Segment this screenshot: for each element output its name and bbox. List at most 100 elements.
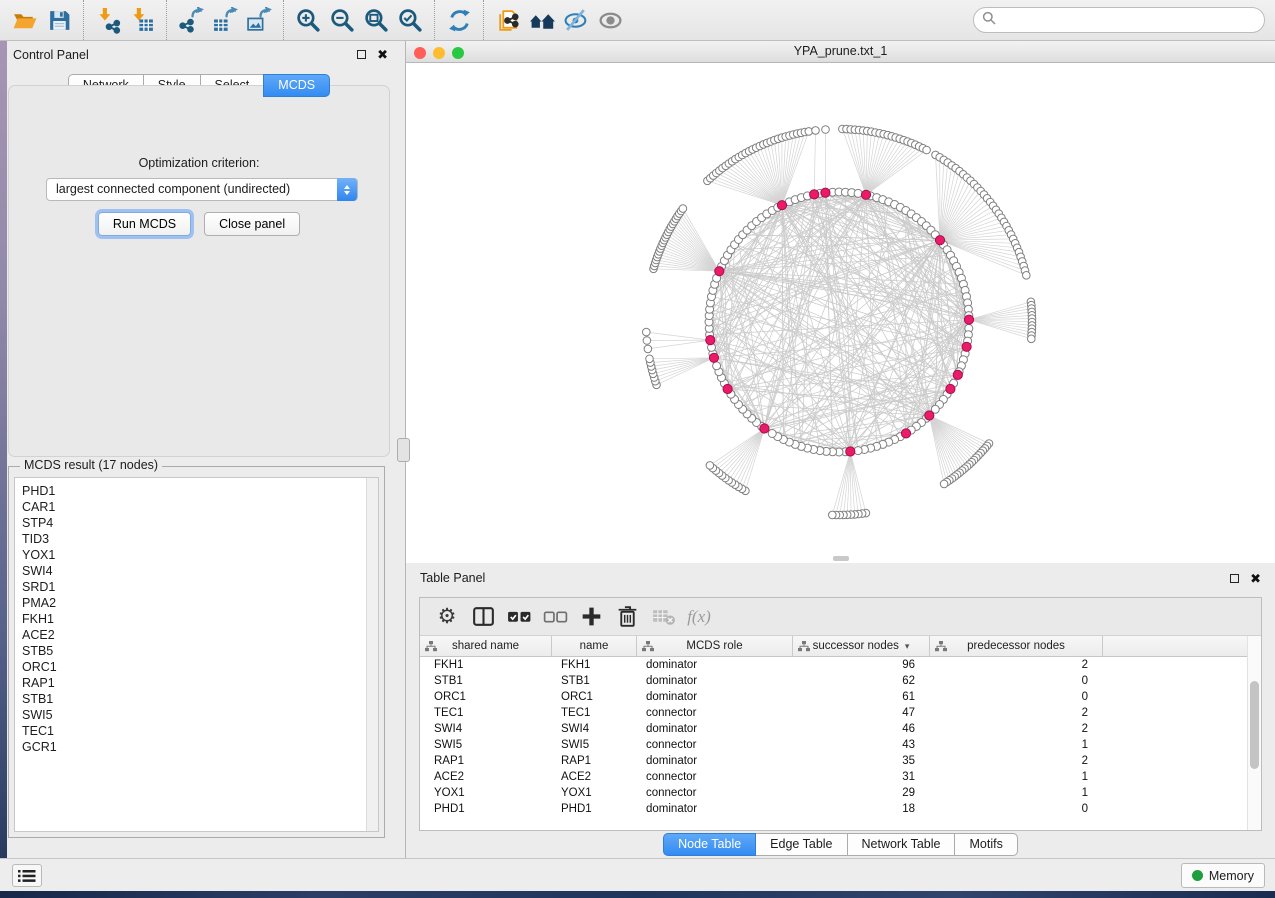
column-header-name[interactable]: name xyxy=(552,636,637,656)
table-row[interactable]: TEC1TEC1connector472 xyxy=(420,705,1247,721)
leaf-node[interactable] xyxy=(923,146,931,154)
delete-icon[interactable] xyxy=(612,602,642,632)
search-input[interactable] xyxy=(1001,13,1256,27)
mcds-hub-node[interactable] xyxy=(861,190,870,199)
network-splitter-handle[interactable] xyxy=(833,556,849,561)
mcds-result-item[interactable]: GCR1 xyxy=(15,739,378,755)
leaf-node[interactable] xyxy=(812,127,820,135)
memory-button[interactable]: Memory xyxy=(1181,863,1265,888)
gear-icon[interactable]: ⚙ xyxy=(432,602,462,632)
float-table-panel-icon[interactable] xyxy=(1230,574,1239,583)
run-mcds-button[interactable]: Run MCDS xyxy=(98,212,191,236)
leaf-node[interactable] xyxy=(643,337,651,345)
mcds-result-item[interactable]: STB5 xyxy=(15,643,378,659)
mcds-result-item[interactable]: CAR1 xyxy=(15,499,378,515)
mcds-hub-node[interactable] xyxy=(925,411,934,420)
mcds-result-item[interactable]: FKH1 xyxy=(15,611,378,627)
save-icon[interactable] xyxy=(42,3,76,37)
mcds-result-item[interactable]: PMA2 xyxy=(15,595,378,611)
mcds-hub-node[interactable] xyxy=(846,447,855,456)
network-node[interactable] xyxy=(713,362,721,370)
float-panel-icon[interactable] xyxy=(357,50,366,59)
mcds-result-item[interactable]: ACE2 xyxy=(15,627,378,643)
tab-motifs[interactable]: Motifs xyxy=(954,833,1017,856)
import-network-icon[interactable] xyxy=(91,3,125,37)
table-row[interactable]: STB1STB1dominator620 xyxy=(420,673,1247,689)
open-folder-icon[interactable] xyxy=(8,3,42,37)
mcds-result-item[interactable]: SRD1 xyxy=(15,579,378,595)
zoom-selected-icon[interactable] xyxy=(393,3,427,37)
network-window-titlebar[interactable]: YPA_prune.txt_1 xyxy=(406,41,1275,63)
mcds-result-item[interactable]: TEC1 xyxy=(15,723,378,739)
mcds-hub-node[interactable] xyxy=(715,267,724,276)
mcds-hub-node[interactable] xyxy=(760,424,769,433)
export-network-icon[interactable] xyxy=(174,3,208,37)
table-row[interactable]: PHD1PHD1dominator180 xyxy=(420,801,1247,817)
network-node[interactable] xyxy=(854,189,862,197)
tab-node-table[interactable]: Node Table xyxy=(663,833,756,856)
import-table-icon[interactable] xyxy=(125,3,159,37)
column-header-MCDS-role[interactable]: MCDS role xyxy=(637,636,793,656)
mcds-hub-node[interactable] xyxy=(810,190,819,199)
column-header-predecessor-nodes[interactable]: predecessor nodes xyxy=(930,636,1103,656)
columns-icon[interactable] xyxy=(468,602,498,632)
panel-splitter-handle[interactable] xyxy=(397,438,410,462)
mcds-hub-node[interactable] xyxy=(723,384,732,393)
table-row[interactable]: SWI4SWI4dominator462 xyxy=(420,721,1247,737)
mcds-hub-node[interactable] xyxy=(706,336,715,345)
network-graph[interactable] xyxy=(406,63,1274,562)
close-panel-icon[interactable]: ✖ xyxy=(377,50,388,59)
leaf-node[interactable] xyxy=(679,205,687,213)
mcds-result-item[interactable]: SWI5 xyxy=(15,707,378,723)
column-header-shared-name[interactable]: shared name xyxy=(420,636,552,656)
show-graphics-icon[interactable] xyxy=(593,3,627,37)
mcds-list-scrollbar[interactable] xyxy=(366,478,378,831)
mcds-result-item[interactable]: TID3 xyxy=(15,531,378,547)
leaf-node[interactable] xyxy=(643,328,651,336)
leaf-node[interactable] xyxy=(706,462,714,470)
table-row[interactable]: YOX1YOX1connector291 xyxy=(420,785,1247,801)
zoom-fit-icon[interactable] xyxy=(359,3,393,37)
leaf-node[interactable] xyxy=(940,480,948,488)
mcds-result-list[interactable]: PHD1CAR1STP4TID3YOX1SWI4SRD1PMA2FKH1ACE2… xyxy=(14,477,379,832)
zoom-in-icon[interactable] xyxy=(291,3,325,37)
table-scrollbar[interactable] xyxy=(1247,636,1261,830)
mcds-hub-node[interactable] xyxy=(821,188,830,197)
refresh-icon[interactable] xyxy=(442,3,476,37)
deselect-all-icon[interactable] xyxy=(540,602,570,632)
mcds-result-item[interactable]: PHD1 xyxy=(15,483,378,499)
export-image-icon[interactable] xyxy=(242,3,276,37)
mcds-hub-node[interactable] xyxy=(946,384,955,393)
mcds-hub-node[interactable] xyxy=(901,429,910,438)
mcds-result-item[interactable]: SWI4 xyxy=(15,563,378,579)
tab-edge-table[interactable]: Edge Table xyxy=(755,833,847,856)
network-node[interactable] xyxy=(768,430,776,438)
table-scrollbar-thumb[interactable] xyxy=(1250,681,1259,769)
table-row[interactable]: ORC1ORC1dominator610 xyxy=(420,689,1247,705)
leaf-node[interactable] xyxy=(646,355,654,363)
dropdown-stepper-icon[interactable] xyxy=(337,178,357,201)
table-row[interactable]: SWI5SWI5connector431 xyxy=(420,737,1247,753)
leaf-node[interactable] xyxy=(644,345,652,353)
leaf-node[interactable] xyxy=(1028,335,1036,343)
search-box[interactable] xyxy=(973,7,1265,33)
close-panel-button[interactable]: Close panel xyxy=(204,212,300,236)
export-table-icon[interactable] xyxy=(208,3,242,37)
leaf-node[interactable] xyxy=(822,126,830,134)
select-all-icon[interactable] xyxy=(504,602,534,632)
table-row[interactable]: ACE2ACE2connector311 xyxy=(420,769,1247,785)
mcds-result-item[interactable]: STP4 xyxy=(15,515,378,531)
mcds-hub-node[interactable] xyxy=(962,342,971,351)
tab-mcds[interactable]: MCDS xyxy=(263,74,330,97)
table-row[interactable]: FKH1FKH1dominator962 xyxy=(420,657,1247,673)
mcds-result-item[interactable]: ORC1 xyxy=(15,659,378,675)
mcds-hub-node[interactable] xyxy=(953,370,962,379)
column-header-successor-nodes[interactable]: successor nodes▾ xyxy=(793,636,930,656)
add-icon[interactable] xyxy=(576,602,606,632)
optimization-criterion-dropdown[interactable]: largest connected component (undirected) xyxy=(46,178,358,201)
zoom-out-icon[interactable] xyxy=(325,3,359,37)
mcds-hub-node[interactable] xyxy=(935,236,944,245)
hide-graphics-icon[interactable] xyxy=(559,3,593,37)
tab-network-table[interactable]: Network Table xyxy=(847,833,956,856)
home-icon[interactable] xyxy=(525,3,559,37)
